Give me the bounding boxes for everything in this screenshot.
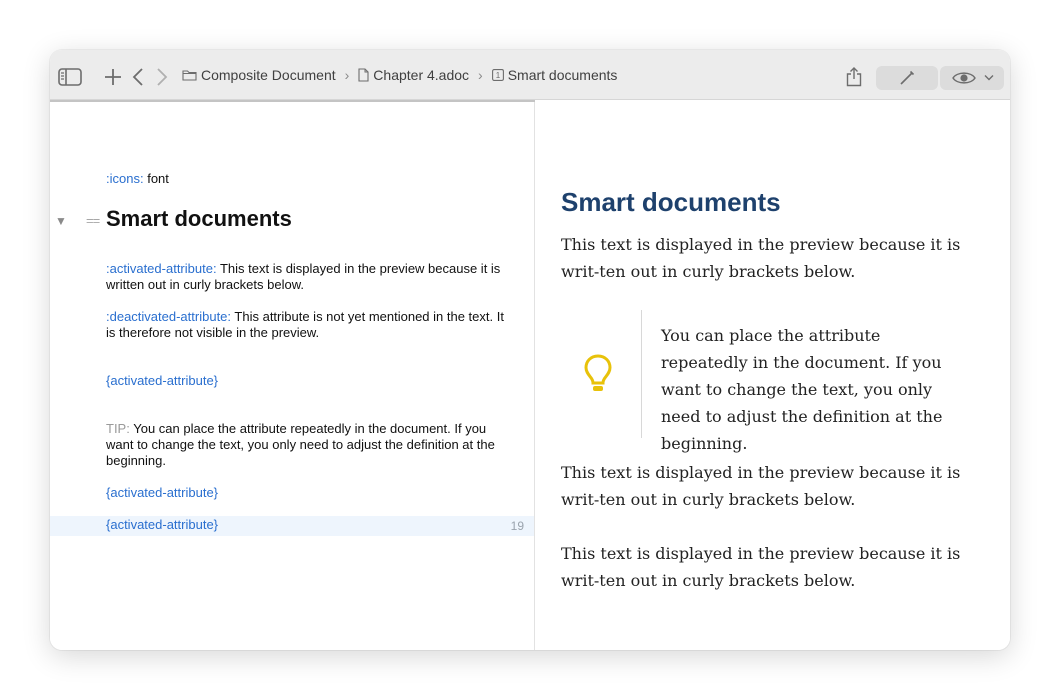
tip-icon-container <box>583 353 613 398</box>
edit-mode-button[interactable] <box>876 66 938 90</box>
preview-pane: Smart documents This text is displayed i… <box>535 100 1010 650</box>
source-editor[interactable]: :icons: font ▼ == Smart documents :activ… <box>50 100 535 650</box>
heading-marker: == <box>86 213 100 228</box>
attribute-value: font <box>147 171 169 186</box>
source-heading[interactable]: Smart documents <box>106 206 292 232</box>
breadcrumb-separator-icon: › <box>344 67 350 83</box>
eye-icon <box>952 72 976 84</box>
preview-tip-admonition: You can place the attribute repeatedly i… <box>561 310 981 453</box>
breadcrumb-separator-icon: › <box>478 67 483 83</box>
preview-paragraph: This text is displayed in the preview be… <box>561 544 961 590</box>
fold-triangle-icon[interactable]: ▼ <box>55 214 67 228</box>
attribute-name: :deactivated-attribute: <box>106 309 232 324</box>
toolbar: Composite Document › Chapter 4.adoc › 1 … <box>50 50 1010 100</box>
lightbulb-icon <box>584 354 612 391</box>
tip-divider <box>641 310 642 438</box>
breadcrumb-item-file[interactable]: Chapter 4.adoc <box>358 67 469 83</box>
svg-text:1: 1 <box>495 71 500 80</box>
breadcrumb-item-section[interactable]: 1 Smart documents <box>491 67 618 83</box>
sidebar-toggle-button[interactable] <box>58 68 82 91</box>
source-line-ref[interactable]: {activated-attribute} <box>106 485 506 501</box>
breadcrumb-item-folder[interactable]: Composite Document <box>182 67 336 83</box>
source-line-icons[interactable]: :icons: font <box>106 171 506 187</box>
breadcrumb-label: Chapter 4.adoc <box>373 67 470 83</box>
source-line-activated[interactable]: :activated-attribute: This text is displ… <box>106 261 506 293</box>
breadcrumb-label: Smart documents <box>507 67 618 83</box>
share-button[interactable] <box>846 67 862 92</box>
tip-content: You can place the attribute repeatedly i… <box>661 326 943 453</box>
attribute-name: :icons: <box>106 171 144 186</box>
sidebar-icon <box>58 68 82 86</box>
source-line-tip[interactable]: TIP: You can place the attribute repeate… <box>106 421 506 469</box>
add-button[interactable] <box>104 68 122 91</box>
preview-mode-button[interactable] <box>940 66 1004 90</box>
preview-paragraph: This text is displayed in the preview be… <box>561 463 961 509</box>
folder-icon <box>182 70 197 81</box>
editor-top-divider <box>50 100 535 102</box>
chevron-left-icon <box>132 68 143 86</box>
source-line-deactivated[interactable]: :deactivated-attribute: This attribute i… <box>106 309 506 341</box>
chevron-right-icon <box>157 68 168 86</box>
preview-title: Smart documents <box>561 187 781 217</box>
back-button[interactable] <box>132 68 144 91</box>
plus-icon <box>105 69 121 85</box>
pencil-icon <box>900 70 915 85</box>
forward-button[interactable] <box>156 68 168 91</box>
section-number-icon: 1 <box>491 69 504 81</box>
chevron-down-icon <box>984 75 994 81</box>
source-line-ref-current[interactable]: {activated-attribute} <box>106 517 506 533</box>
attribute-name: :activated-attribute: <box>106 261 217 276</box>
source-line-ref[interactable]: {activated-attribute} <box>106 373 506 389</box>
preview-paragraph: This text is displayed in the preview be… <box>561 235 961 281</box>
app-window: Composite Document › Chapter 4.adoc › 1 … <box>50 50 1010 650</box>
tip-text: You can place the attribute repeatedly i… <box>106 421 495 468</box>
tip-label: TIP: <box>106 421 130 436</box>
document-icon <box>358 68 369 82</box>
breadcrumb-label: Composite Document <box>201 67 336 83</box>
share-icon <box>846 67 862 87</box>
breadcrumb: Composite Document › Chapter 4.adoc › 1 … <box>182 50 617 100</box>
line-number: 19 <box>510 519 524 533</box>
